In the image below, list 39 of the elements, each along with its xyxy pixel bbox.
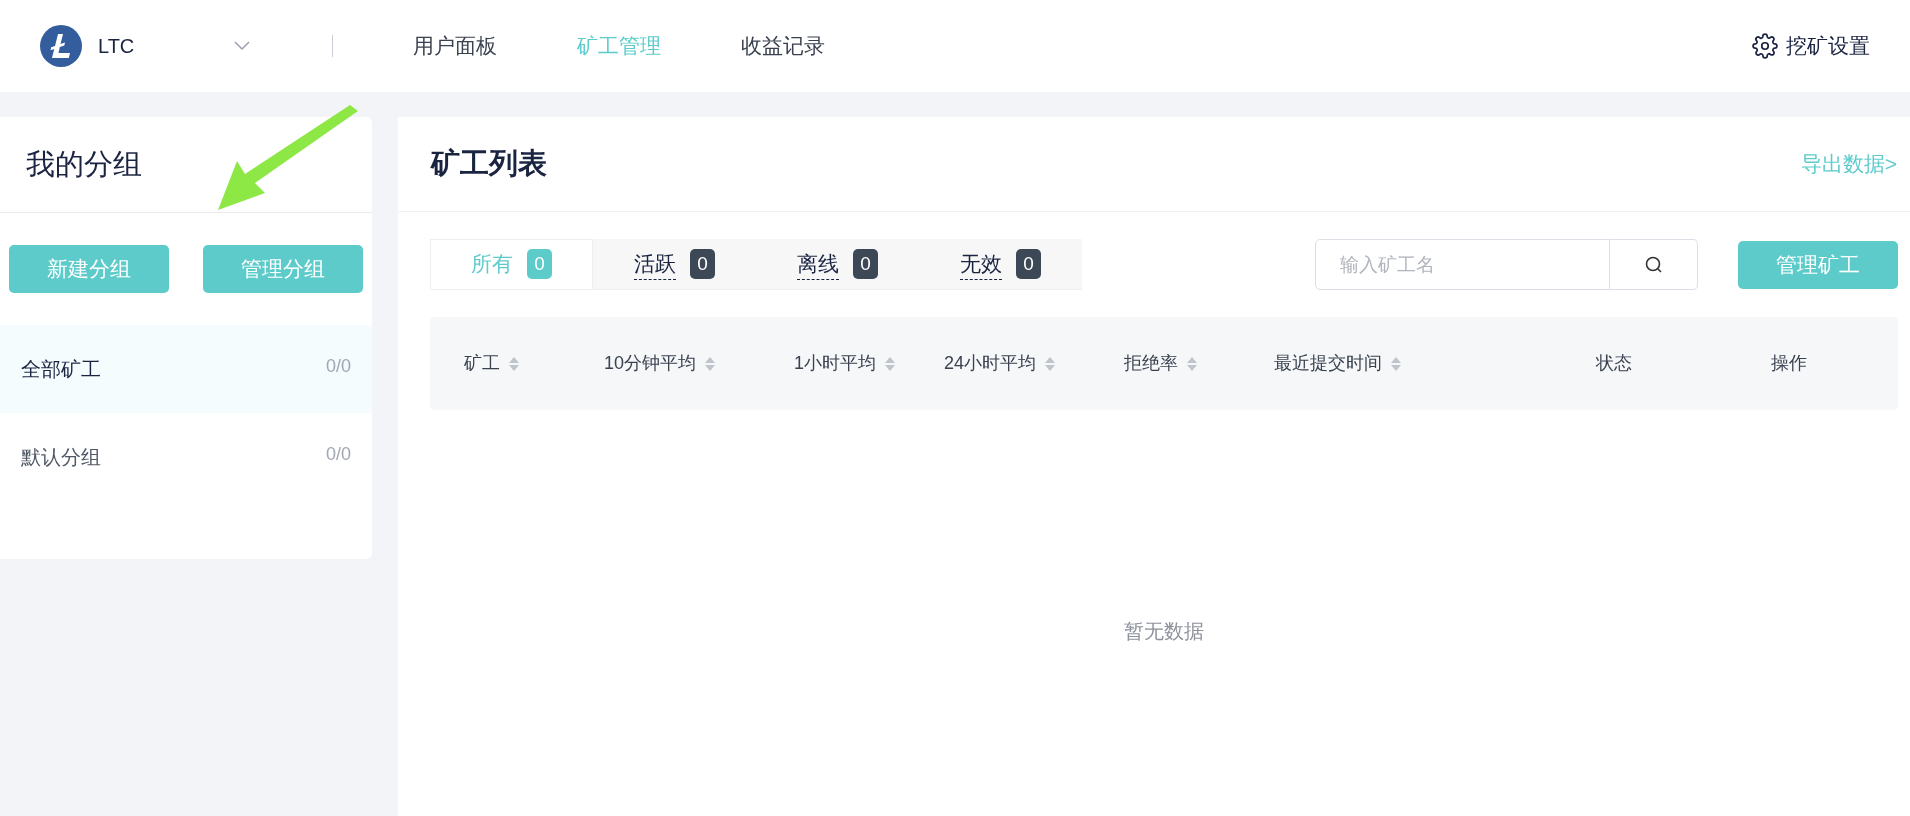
column-header: 拒绝率 [1124,352,1178,375]
count-badge: 0 [853,249,878,279]
coin-name: LTC [98,34,135,59]
sort-icon[interactable] [508,355,520,372]
empty-message: 暂无数据 [1123,619,1205,644]
sort-icon[interactable] [1044,355,1057,372]
group-count: 0/0 [325,355,351,378]
count-badge: 0 [527,249,552,279]
panel-title: 矿工列表 [431,146,547,182]
column-header: 状态 [1596,352,1632,375]
column-header: 1小时平均 [794,352,876,375]
group-name: 全部矿工 [21,357,101,382]
group-name: 默认分组 [21,445,101,470]
column-header: 最近提交时间 [1274,352,1382,375]
group-item[interactable]: 全部矿工 0/0 [0,325,372,413]
search-field[interactable]: 输入矿工名 [1315,239,1610,290]
search-icon [1643,254,1664,275]
sort-icon[interactable] [884,355,896,372]
settings-icon[interactable] [1752,33,1778,59]
nav-link[interactable]: 用户面板 [413,30,498,62]
filter-tab[interactable]: 无效 0 [919,239,1082,289]
search-button[interactable] [1610,239,1698,290]
nav-link[interactable]: 收益记录 [741,30,826,62]
column-header: 矿工 [464,352,500,375]
column-header: 操作 [1771,352,1807,375]
mining-settings-link[interactable]: 挖矿设置 [1786,30,1870,62]
group-count: 0/0 [325,443,351,466]
panel-title: 我的分组 [26,146,142,182]
count-badge: 0 [1016,249,1041,279]
litecoin-logo-icon [40,25,82,67]
count-badge: 0 [690,249,715,279]
chevron-down-icon[interactable] [234,41,251,51]
column-header: 24小时平均 [944,352,1037,375]
filter-tab[interactable]: 活跃 0 [593,239,756,289]
column-header: 10分钟平均 [604,352,697,375]
sort-icon[interactable] [1186,355,1198,372]
sort-icon[interactable] [1390,355,1402,372]
sort-icon[interactable] [704,355,717,372]
filter-tab[interactable]: 离线 0 [756,239,919,289]
